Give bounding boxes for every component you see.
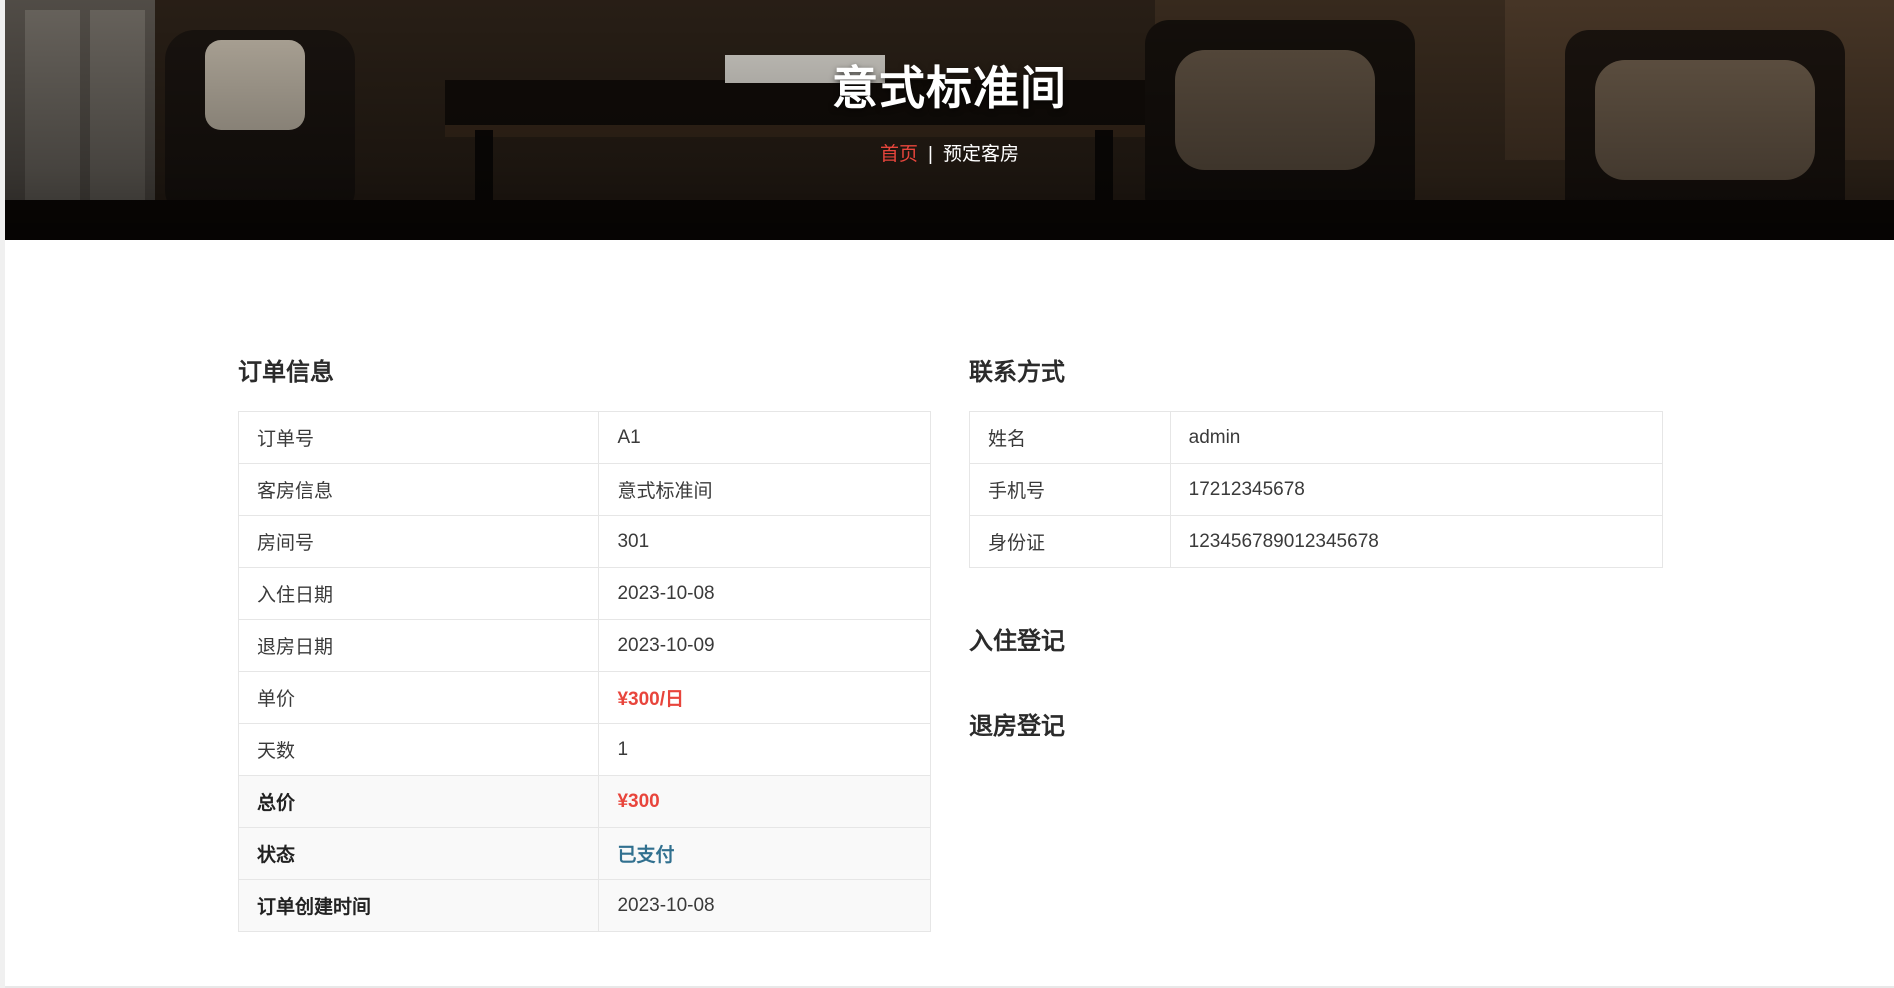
hero-overlay	[5, 0, 1894, 240]
order-label-room-number: 房间号	[237, 515, 600, 568]
order-info-table: 订单号 A1 客房信息 意式标准间 房间号 301 入住日期 2023-10-0…	[237, 411, 931, 932]
contact-label-phone: 手机号	[969, 463, 1171, 516]
table-row: 入住日期 2023-10-08	[237, 567, 931, 620]
order-value-created-time: 2023-10-08	[598, 879, 931, 932]
order-info-title: 订单信息	[238, 359, 334, 386]
table-row: 身份证 123456789012345678	[969, 515, 1664, 568]
order-label-number: 订单号	[237, 411, 600, 464]
contact-info-title: 联系方式	[969, 359, 1065, 386]
table-row: 手机号 17212345678	[969, 463, 1664, 516]
order-value-room-number: 301	[598, 515, 931, 568]
checkin-title: 入住登记	[969, 628, 1065, 655]
contact-value-name: admin	[1169, 411, 1664, 464]
order-value-room-info: 意式标准间	[598, 463, 931, 516]
table-row: 姓名 admin	[969, 411, 1664, 464]
table-row: 订单号 A1	[237, 411, 931, 464]
order-value-days: 1	[598, 723, 931, 776]
contact-value-phone: 17212345678	[1169, 463, 1664, 516]
table-row: 订单创建时间 2023-10-08	[237, 879, 931, 932]
table-row: 房间号 301	[237, 515, 931, 568]
contact-label-name: 姓名	[969, 411, 1171, 464]
order-value-checkin-date: 2023-10-08	[598, 567, 931, 620]
order-value-unit-price: ¥300/日	[598, 671, 931, 724]
order-label-status: 状态	[237, 827, 600, 880]
order-label-created-time: 订单创建时间	[237, 879, 600, 932]
breadcrumb-home-link[interactable]: 首页	[880, 144, 918, 165]
breadcrumb: 首页 | 预定客房	[5, 139, 1894, 166]
breadcrumb-separator: |	[928, 144, 933, 165]
page-title: 意式标准间	[832, 62, 1067, 114]
table-row: 单价 ¥300/日	[237, 671, 931, 724]
order-label-total-price: 总价	[237, 775, 600, 828]
contact-value-id-card: 123456789012345678	[1169, 515, 1664, 568]
order-status-badge: 已支付	[598, 827, 931, 880]
order-label-unit-price: 单价	[237, 671, 600, 724]
order-label-checkout-date: 退房日期	[237, 619, 600, 672]
order-value-checkout-date: 2023-10-09	[598, 619, 931, 672]
table-row: 天数 1	[237, 723, 931, 776]
checkout-title: 退房登记	[969, 713, 1065, 740]
order-label-room-info: 客房信息	[237, 463, 600, 516]
table-row: 总价 ¥300	[237, 775, 931, 828]
contact-info-table: 姓名 admin 手机号 17212345678 身份证 12345678901…	[969, 411, 1664, 568]
order-value-number: A1	[598, 411, 931, 464]
table-row: 状态 已支付	[237, 827, 931, 880]
hero-banner: 意式标准间 首页 | 预定客房	[5, 0, 1894, 240]
order-value-total-price: ¥300	[598, 775, 931, 828]
contact-label-id-card: 身份证	[969, 515, 1171, 568]
order-label-checkin-date: 入住日期	[237, 567, 600, 620]
table-row: 退房日期 2023-10-09	[237, 619, 931, 672]
order-label-days: 天数	[237, 723, 600, 776]
page: 意式标准间 首页 | 预定客房 订单信息 订单号 A1 客房信息 意式标准间 房间号…	[5, 0, 1894, 988]
breadcrumb-current: 预定客房	[942, 144, 1019, 165]
table-row: 客房信息 意式标准间	[237, 463, 931, 516]
